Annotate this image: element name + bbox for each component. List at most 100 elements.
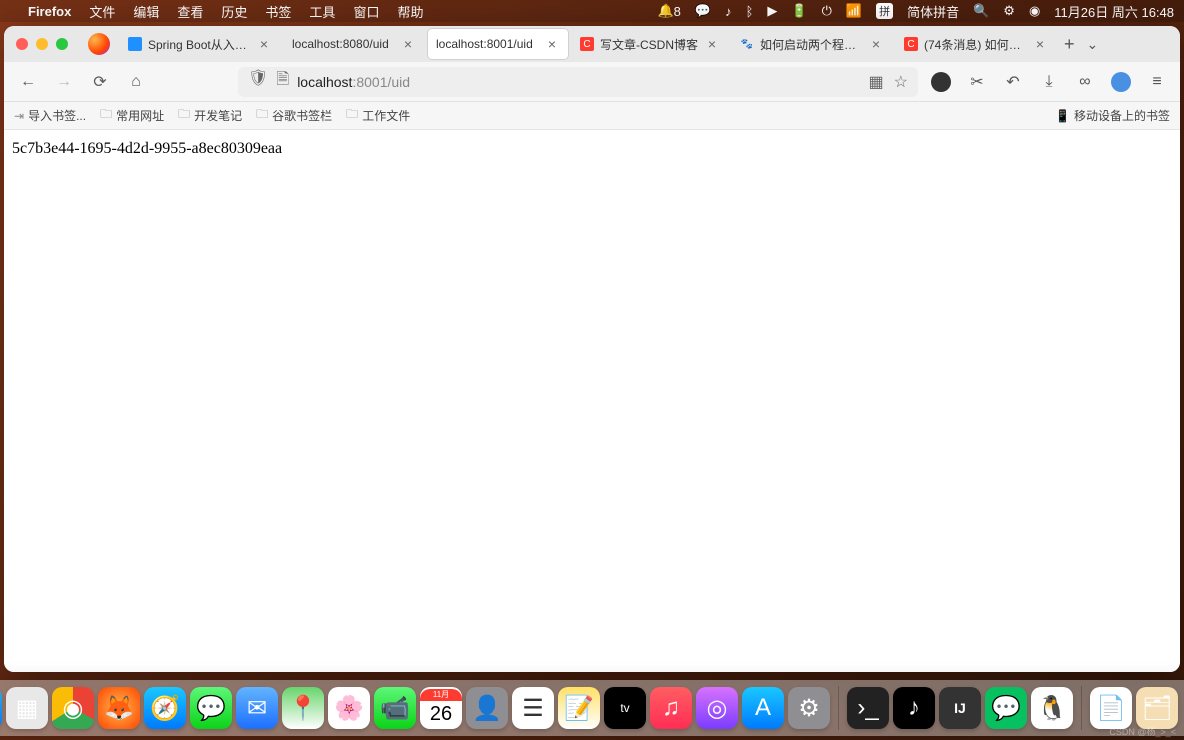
account-icon[interactable] [1108,69,1134,95]
menu-history[interactable]: 历史 [221,2,247,21]
close-tab-icon[interactable]: × [544,36,560,52]
all-tabs-button[interactable]: ⌄ [1087,36,1099,53]
tab-5[interactable]: C (74条消息) 如何在IntelliJ × [896,29,1056,59]
tab-4[interactable]: 🐾 如何启动两个程序实例 Io × [732,29,892,59]
datetime[interactable]: 11月26日 周六 16:48 [1054,2,1174,21]
extension-puppet-icon[interactable] [928,69,954,95]
back-button[interactable]: ← [14,68,42,96]
bookmark-folder-1[interactable]: 🗀开发笔记 [178,105,242,126]
menu-file[interactable]: 文件 [89,2,115,21]
menu-view[interactable]: 查看 [177,2,203,21]
messages-icon[interactable]: 💬 [190,687,232,729]
address-bar[interactable]: 🛡 🗎 localhost:8001/uid ▦ ☆ [238,67,918,97]
favicon-icon: C [580,37,594,51]
appletv-icon[interactable]: tv [604,687,646,729]
home-button[interactable]: ⌂ [122,68,150,96]
import-bookmarks-label: 导入书签... [28,107,86,124]
bookmark-folder-2[interactable]: 🗀谷歌书签栏 [256,105,332,126]
maximize-window-button[interactable] [56,38,68,50]
safari-icon[interactable]: 🧭 [144,687,186,729]
wechat-status-icon[interactable]: 💬 [695,3,711,19]
launchpad-icon[interactable]: ▦ [6,687,48,729]
menu-window[interactable]: 窗口 [353,2,379,21]
new-tab-button[interactable]: + [1064,34,1075,55]
podcasts-icon[interactable]: ◎ [696,687,738,729]
tiktok-status-icon[interactable]: ♪ [725,4,732,19]
menubar-left: Firefox 文件 编辑 查看 历史 书签 工具 窗口 帮助 [10,2,423,21]
qq-icon[interactable]: 🐧 [1031,687,1073,729]
desktop-stack-icon[interactable]: 🗂 [1136,687,1178,729]
finder-icon[interactable]: ☺ [0,687,2,729]
close-window-button[interactable] [16,38,28,50]
tab-2-active[interactable]: localhost:8001/uid × [428,29,568,59]
close-tab-icon[interactable]: × [256,36,272,52]
menu-edit[interactable]: 编辑 [133,2,159,21]
reload-button[interactable]: ⟳ [86,68,114,96]
tab-title: Spring Boot从入门到实战 [148,36,250,53]
input-method-icon[interactable]: 拼 [876,3,893,19]
app-menu-icon[interactable]: ≡ [1144,69,1170,95]
tab-1[interactable]: localhost:8080/uid × [284,29,424,59]
control-center-icon[interactable]: ⚙ [1003,3,1015,19]
notification-icon[interactable]: 🔔8 [657,3,680,19]
settings-icon[interactable]: ⚙ [788,687,830,729]
facetime-icon[interactable]: 📹 [374,687,416,729]
tab-0[interactable]: Spring Boot从入门到实战 × [120,29,280,59]
wifi-icon[interactable]: 📶 [846,3,862,19]
contacts-icon[interactable]: 👤 [466,687,508,729]
close-tab-icon[interactable]: × [704,36,720,52]
music-icon[interactable]: ♫ [650,687,692,729]
tab-3[interactable]: C 写文章-CSDN博客 × [572,29,728,59]
bookmark-folder-3[interactable]: 🗀工作文件 [346,105,410,126]
tab-title: (74条消息) 如何在IntelliJ [924,36,1026,53]
menu-bookmarks[interactable]: 书签 [265,2,291,21]
bookmark-star-icon[interactable]: ☆ [894,72,908,92]
minimize-window-button[interactable] [36,38,48,50]
spotlight-icon[interactable]: 🔍 [973,3,989,19]
sync-icon[interactable]: ∞ [1072,69,1098,95]
window-controls [10,38,78,50]
close-tab-icon[interactable]: × [400,36,416,52]
appstore-icon[interactable]: A [742,687,784,729]
bookmark-folder-0[interactable]: 🗀常用网址 [100,105,164,126]
folder-icon: 🗀 [100,105,112,126]
watermark: CSDN @杨_>_< [1109,725,1176,738]
page-info-icon[interactable]: 🗎 [276,68,289,95]
document-icon[interactable]: 📄 [1090,687,1132,729]
intellij-icon[interactable]: IJ [939,687,981,729]
dock-separator [1081,686,1082,730]
input-method-label[interactable]: 简体拼音 [907,2,959,21]
bluetooth-icon[interactable]: ᛒ [746,4,754,19]
menubar-app-name[interactable]: Firefox [28,4,71,19]
macos-menubar: Firefox 文件 编辑 查看 历史 书签 工具 窗口 帮助 🔔8 💬 ♪ ᛒ… [0,0,1184,22]
menu-help[interactable]: 帮助 [397,2,423,21]
shield-icon[interactable]: 🛡 [248,68,268,95]
undo-nav-icon[interactable]: ↶ [1000,69,1026,95]
import-icon: ⇥ [14,109,24,123]
siri-icon[interactable]: ◉ [1029,3,1040,19]
maps-icon[interactable]: 📍 [282,687,324,729]
mobile-bookmarks-button[interactable]: 📱 移动设备上的书签 [1055,107,1170,124]
photos-icon[interactable]: 🌸 [328,687,370,729]
firefox-dock-icon[interactable]: 🦊 [98,687,140,729]
import-bookmarks-button[interactable]: ⇥ 导入书签... [14,107,86,124]
playback-icon[interactable]: ▶ [767,3,777,19]
qr-icon[interactable]: ▦ [869,72,884,92]
mail-icon[interactable]: ✉ [236,687,278,729]
terminal-icon[interactable]: ›_ [847,687,889,729]
user-icon[interactable]: ⏻ [822,3,832,19]
forward-button[interactable]: → [50,68,78,96]
close-tab-icon[interactable]: × [1032,36,1048,52]
notes-icon[interactable]: 📝 [558,687,600,729]
close-tab-icon[interactable]: × [868,36,884,52]
chrome-icon[interactable]: ◉ [52,687,94,729]
wechat-dock-icon[interactable]: 💬 [985,687,1027,729]
battery-icon[interactable]: 🔋 [791,3,807,19]
screenshot-icon[interactable]: ✂ [964,69,990,95]
pocket-icon[interactable]: ⤓ [1036,69,1062,95]
bookmarks-bar: ⇥ 导入书签... 🗀常用网址 🗀开发笔记 🗀谷歌书签栏 🗀工作文件 📱 移动设… [4,102,1180,130]
reminders-icon[interactable]: ☰ [512,687,554,729]
calendar-icon[interactable]: 11月26 [420,687,462,729]
menu-tools[interactable]: 工具 [309,2,335,21]
tiktok-dock-icon[interactable]: ♪ [893,687,935,729]
